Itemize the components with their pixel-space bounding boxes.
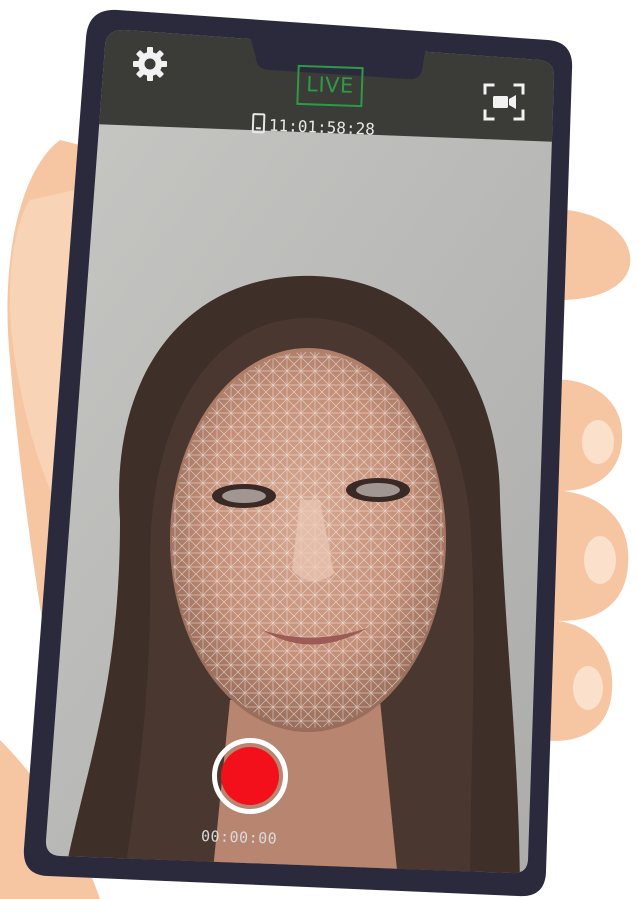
timecode-display: 11:01:58:28: [251, 112, 376, 143]
gear-icon[interactable]: [130, 44, 170, 84]
illustration-stage: LIVE 11:01:58:28 00:00:00: [0, 0, 637, 899]
record-button[interactable]: [212, 738, 288, 814]
record-dot-icon: [221, 747, 279, 805]
record-timer: 00:00:00: [200, 827, 278, 848]
live-badge: LIVE: [296, 64, 364, 108]
camera-switch-icon[interactable]: [482, 82, 526, 122]
phone-icon: [251, 113, 266, 134]
timecode-value: 11:01:58:28: [268, 115, 376, 139]
